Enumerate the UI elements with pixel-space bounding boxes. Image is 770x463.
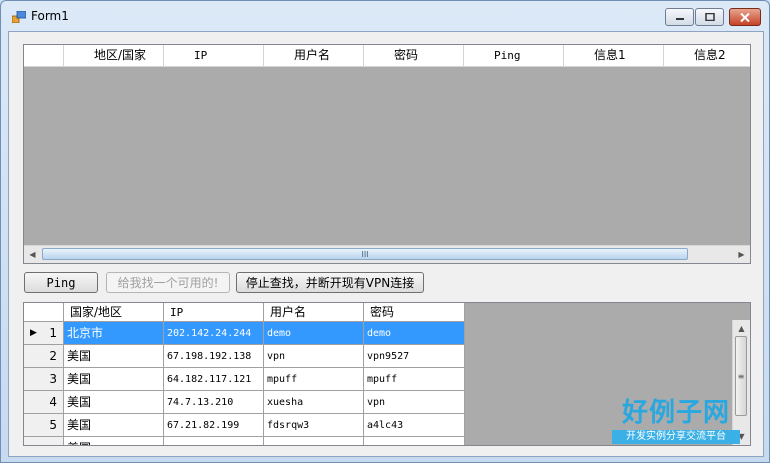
cell-username[interactable]: xuesha	[264, 391, 364, 414]
window-title: Form1	[31, 9, 69, 23]
column-header[interactable]: 国家/地区	[64, 303, 164, 322]
column-header[interactable]: IP	[164, 45, 264, 66]
cell-username[interactable]	[264, 437, 364, 445]
cell-country[interactable]: 美国	[64, 437, 164, 445]
cell-country[interactable]: 美国	[64, 368, 164, 391]
cell-ip[interactable]: 67.198.192.138	[164, 345, 264, 368]
find-available-button[interactable]: 给我找一个可用的!	[106, 272, 230, 293]
cell-ip[interactable]: 67.21.82.199	[164, 414, 264, 437]
cell-country[interactable]: 美国	[64, 391, 164, 414]
column-header[interactable]: 用户名	[264, 45, 364, 66]
cell-username[interactable]: fdsrqw3	[264, 414, 364, 437]
minimize-button[interactable]	[665, 8, 694, 26]
row-header[interactable]: 2	[24, 345, 64, 368]
cell-ip[interactable]: 202.142.24.244	[164, 322, 264, 345]
row-number: 1	[49, 326, 57, 340]
minimize-icon	[675, 18, 684, 20]
row-header[interactable]	[24, 437, 64, 445]
cell-password[interactable]: demo	[364, 322, 465, 345]
cell-username[interactable]: vpn	[264, 345, 364, 368]
column-header[interactable]: 用户名	[264, 303, 364, 322]
cell-password[interactable]: vpn9527	[364, 345, 465, 368]
server-list-grid[interactable]: 地区/国家 IP 用户名 密码 Ping 信息1 信息2 ◀ III ▶	[23, 44, 751, 264]
close-icon	[740, 12, 750, 22]
maximize-button[interactable]	[695, 8, 724, 26]
vertical-scrollbar[interactable]: ▲ ≡ ▼	[732, 320, 750, 445]
cell-password[interactable]: vpn	[364, 391, 465, 414]
row-header[interactable]: ▶ 1	[24, 322, 64, 345]
server-list-header: 地区/国家 IP 用户名 密码 Ping 信息1 信息2	[24, 45, 750, 67]
column-header[interactable]: Ping	[464, 45, 564, 66]
cell-ip[interactable]: 64.182.117.121	[164, 368, 264, 391]
stop-and-disconnect-button[interactable]: 停止查找，并断开现有VPN连接	[236, 272, 424, 293]
cell-password[interactable]: mpuff	[364, 368, 465, 391]
row-header[interactable]: 5	[24, 414, 64, 437]
column-header[interactable]: 信息1	[564, 45, 664, 66]
scroll-thumb[interactable]: III	[42, 248, 688, 260]
column-header[interactable]: 密码	[364, 303, 465, 322]
title-bar[interactable]: Form1	[1, 1, 769, 31]
row-header-corner	[24, 303, 64, 322]
form-client-area: 地区/国家 IP 用户名 密码 Ping 信息1 信息2 ◀ III ▶ Pin…	[8, 31, 764, 457]
cell-ip[interactable]: 74.7.13.210	[164, 391, 264, 414]
ping-button[interactable]: Ping	[24, 272, 98, 293]
cell-country[interactable]: 美国	[64, 414, 164, 437]
column-header[interactable]: 信息2	[664, 45, 750, 66]
cell-password[interactable]: a4lc43	[364, 414, 465, 437]
app-icon	[12, 11, 26, 23]
scroll-left-icon[interactable]: ◀	[24, 246, 41, 263]
cell-ip[interactable]	[164, 437, 264, 445]
current-row-arrow-icon: ▶	[30, 328, 37, 338]
maximize-icon	[704, 13, 715, 21]
close-button[interactable]	[729, 8, 761, 26]
scroll-down-icon[interactable]: ▼	[733, 428, 750, 445]
cell-password[interactable]	[364, 437, 465, 445]
main-window: Form1 地区/国家 IP 用户名 密码 Ping 信息1 信息2 ◀ III…	[0, 0, 770, 463]
cell-username[interactable]: demo	[264, 322, 364, 345]
column-header[interactable]: 密码	[364, 45, 464, 66]
cell-country[interactable]: 北京市	[64, 322, 164, 345]
server-list-body	[24, 67, 750, 245]
row-header[interactable]: 4	[24, 391, 64, 414]
column-header[interactable]: IP	[164, 303, 264, 322]
row-header-corner	[24, 45, 64, 66]
cell-username[interactable]: mpuff	[264, 368, 364, 391]
scroll-up-icon[interactable]: ▲	[733, 320, 750, 337]
scroll-grip-icon: III	[361, 249, 369, 259]
column-header[interactable]: 地区/国家	[64, 45, 164, 66]
scroll-right-icon[interactable]: ▶	[733, 246, 750, 263]
row-header[interactable]: 3	[24, 368, 64, 391]
scroll-thumb[interactable]: ≡	[735, 336, 747, 416]
vpn-results-grid[interactable]: 国家/地区 IP 用户名 密码 ▶ 1 北京市 202.142.24.244 d…	[23, 302, 751, 446]
cell-country[interactable]: 美国	[64, 345, 164, 368]
horizontal-scrollbar[interactable]: ◀ III ▶	[24, 245, 750, 263]
